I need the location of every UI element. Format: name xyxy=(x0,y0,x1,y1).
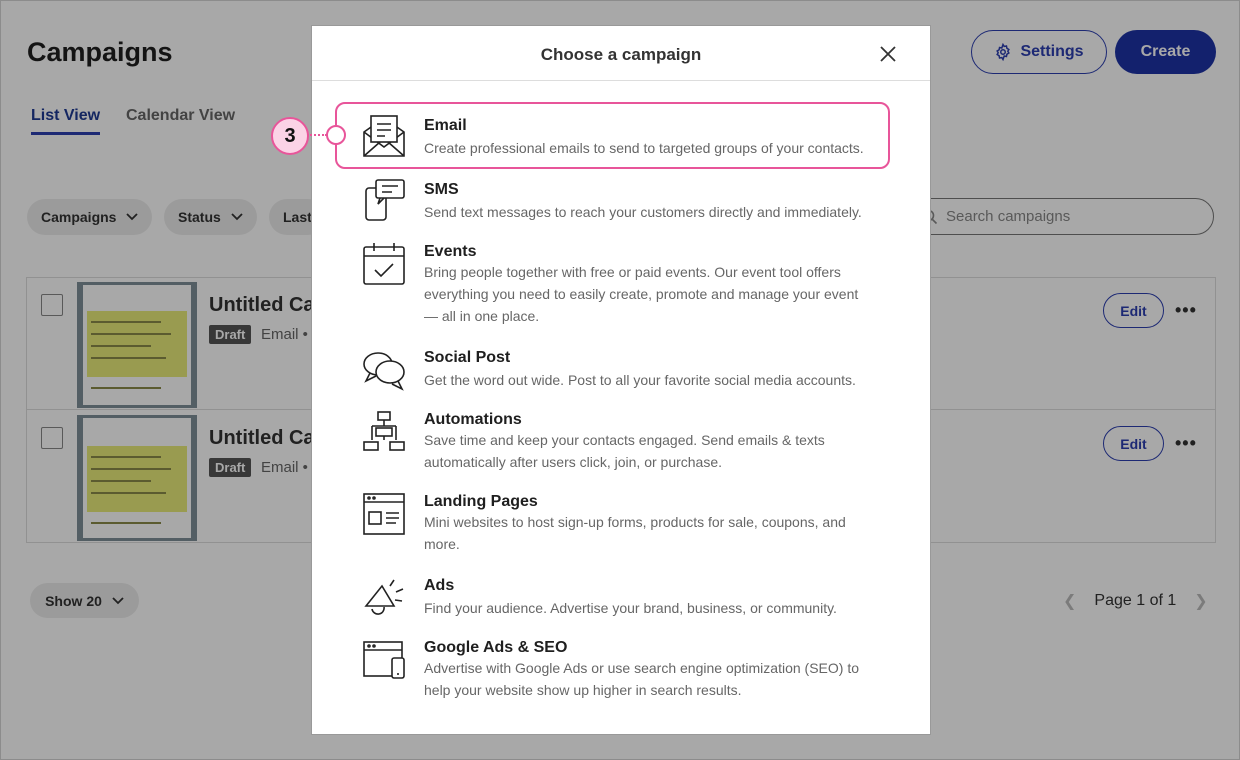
option-social-post[interactable]: Social Post Get the word out wide. Post … xyxy=(312,346,930,396)
close-icon[interactable] xyxy=(878,44,898,64)
option-google-ads-seo[interactable]: Google Ads & SEO Advertise with Google A… xyxy=(312,636,930,706)
option-description: Save time and keep your contacts engaged… xyxy=(424,432,825,470)
flowchart-icon xyxy=(363,411,405,451)
calendar-check-icon xyxy=(363,243,405,285)
devices-icon xyxy=(363,641,405,679)
option-description: Send text messages to reach your custome… xyxy=(424,204,862,220)
option-description: Mini websites to host sign-up forms, pro… xyxy=(424,514,846,552)
email-option-highlight xyxy=(335,102,890,169)
option-landing-pages[interactable]: Landing Pages Mini websites to host sign… xyxy=(312,490,930,560)
chat-bubbles-icon xyxy=(363,352,405,391)
megaphone-icon xyxy=(364,579,404,615)
option-description: Get the word out wide. Post to all your … xyxy=(424,372,856,388)
option-title: Automations xyxy=(424,411,522,428)
option-automations[interactable]: Automations Save time and keep your cont… xyxy=(312,408,930,478)
callout-connector xyxy=(307,134,327,136)
app-frame: Campaigns Settings Create List View Cale… xyxy=(0,0,1240,760)
option-ads[interactable]: Ads Find your audience. Advertise your b… xyxy=(312,574,930,624)
webpage-icon xyxy=(363,493,405,535)
option-title: Events xyxy=(424,243,477,260)
option-description: Find your audience. Advertise your brand… xyxy=(424,600,837,616)
callout-dot xyxy=(326,125,346,145)
option-sms[interactable]: SMS Send text messages to reach your cus… xyxy=(312,178,930,228)
option-events[interactable]: Events Bring people together with free o… xyxy=(312,240,930,330)
step-number-badge: 3 xyxy=(271,117,309,155)
option-title: Landing Pages xyxy=(424,493,538,510)
sms-icon xyxy=(365,179,405,221)
option-title: SMS xyxy=(424,181,459,198)
option-title: Ads xyxy=(424,577,455,594)
option-title: Social Post xyxy=(424,349,511,366)
option-description: Advertise with Google Ads or use search … xyxy=(424,660,859,698)
option-title: Google Ads & SEO xyxy=(424,639,568,656)
option-description: Bring people together with free or paid … xyxy=(424,264,859,324)
modal-title: Choose a campaign xyxy=(540,45,702,64)
modal-header: Choose a campaign xyxy=(312,26,930,81)
